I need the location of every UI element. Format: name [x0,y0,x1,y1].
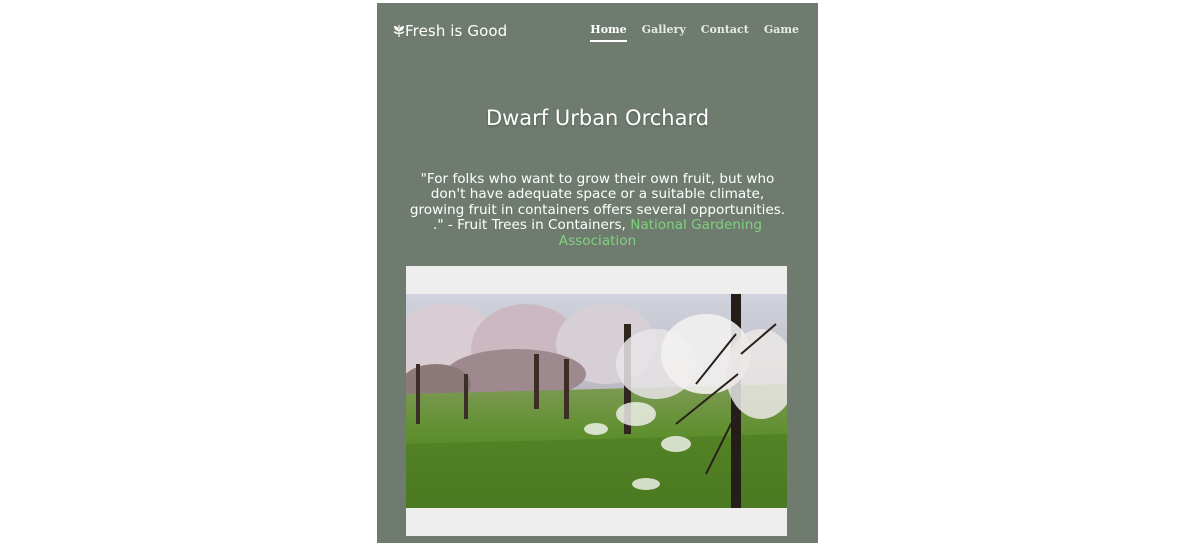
orchard-video[interactable] [406,266,787,536]
orchard-image [406,294,787,508]
nav-contact[interactable]: Contact [701,23,749,42]
brand-link[interactable]: Fresh is Good [393,22,507,40]
main-nav: Home Gallery Contact Game [590,23,799,42]
intro-quote: "For folks who want to grow their own fr… [409,171,786,249]
page-container: Fresh is Good Home Gallery Contact Game … [377,3,818,543]
nav-game[interactable]: Game [764,23,799,42]
leaf-icon [393,24,405,37]
page-title: Dwarf Urban Orchard [485,106,710,130]
nav-gallery[interactable]: Gallery [642,23,686,42]
brand-label: Fresh is Good [405,22,508,40]
nav-home[interactable]: Home [590,23,627,42]
